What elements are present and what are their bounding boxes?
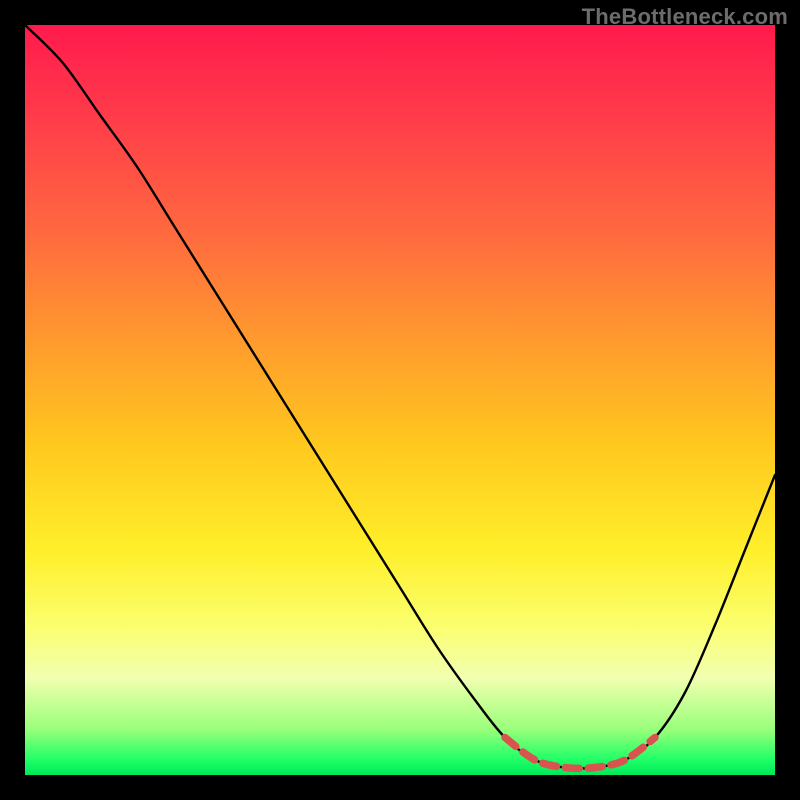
bottleneck-curve-path (25, 25, 775, 768)
chart-frame: TheBottleneck.com (0, 0, 800, 800)
sweet-spot-segment (505, 738, 655, 769)
watermark-text: TheBottleneck.com (582, 4, 788, 30)
bottleneck-curve-svg (25, 25, 775, 775)
